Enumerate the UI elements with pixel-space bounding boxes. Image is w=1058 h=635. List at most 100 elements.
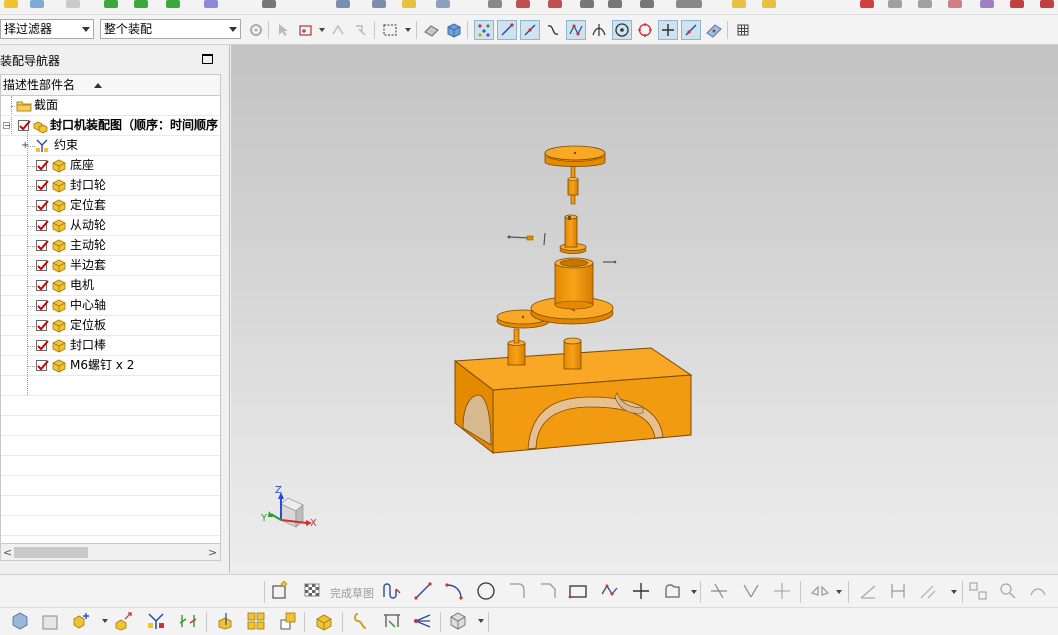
polygon-tool-button[interactable] [600, 581, 620, 601]
chevron-down-icon[interactable] [951, 590, 957, 594]
tree-item-part[interactable]: 底座 [1, 156, 220, 176]
dimension-button[interactable] [888, 581, 908, 601]
chevron-down-icon[interactable] [836, 590, 842, 594]
expand-toggle[interactable]: + [21, 141, 29, 151]
exploded-view-button[interactable] [314, 611, 334, 631]
replace-component-button[interactable] [278, 611, 298, 631]
finish-sketch-flag-button[interactable] [302, 581, 322, 601]
mirror-curve-button[interactable] [810, 581, 830, 601]
column-header-description[interactable]: 描述性部件名 [1, 75, 220, 96]
snap-point-on-curve-button[interactable] [681, 20, 701, 40]
maximize-icon[interactable] [202, 54, 213, 64]
toolbar-icon[interactable] [608, 0, 622, 8]
toolbar-icon[interactable] [66, 0, 80, 8]
toolbar-icon[interactable] [262, 0, 276, 8]
toolbar-icon[interactable] [762, 0, 776, 8]
tree-item-part[interactable]: 定位套 [1, 196, 220, 216]
sketch-button[interactable] [270, 581, 290, 601]
positioning-sleeve-part[interactable] [563, 337, 582, 370]
toolbar-icon[interactable] [402, 0, 416, 8]
visibility-checkbox[interactable] [36, 220, 49, 231]
toolbar-icon[interactable] [30, 0, 44, 8]
toolbar-icon[interactable] [918, 0, 932, 8]
chevron-down-icon[interactable] [102, 619, 108, 623]
visibility-checkbox[interactable] [36, 320, 49, 331]
horizontal-scrollbar[interactable]: < > [0, 544, 221, 561]
toolbar-icon[interactable] [436, 0, 450, 8]
toolbar-icon[interactable] [860, 0, 874, 8]
geometric-constraints-button[interactable] [858, 581, 878, 601]
m6-screw-part[interactable] [603, 260, 617, 264]
chamfer-tool-button[interactable] [538, 581, 558, 601]
toolbar-icon[interactable] [888, 0, 902, 8]
toolbar-icon[interactable] [980, 0, 994, 8]
visibility-checkbox[interactable] [18, 120, 31, 131]
snap-endpoint-button[interactable] [474, 20, 494, 40]
visibility-checkbox[interactable] [36, 160, 49, 171]
mirror-assembly-button[interactable] [216, 611, 236, 631]
scope-dropdown[interactable]: 整个装配 [100, 19, 241, 39]
exploded-assembly-model[interactable]: Z X Y [231, 45, 1058, 574]
selection-filter-dropdown[interactable]: 择过滤器 [0, 19, 94, 39]
tree-item-part[interactable]: 电机 [1, 276, 220, 296]
snap-quadrant-button[interactable] [635, 20, 655, 40]
toolbar-icon[interactable] [640, 0, 654, 8]
scroll-left-icon[interactable]: < [3, 547, 12, 558]
tree-item-part[interactable]: 封口轮 [1, 176, 220, 196]
tree-item-constraints[interactable]: + 约束 [1, 136, 220, 156]
trim-button[interactable] [709, 581, 729, 601]
select-arrow-button[interactable] [274, 20, 294, 40]
tree-item-part[interactable]: 从动轮 [1, 216, 220, 236]
solid-body-filter-button[interactable] [444, 20, 464, 40]
visibility-checkbox[interactable] [36, 260, 49, 271]
visibility-checkbox[interactable] [36, 280, 49, 291]
profile-button[interactable] [382, 581, 402, 601]
graphics-viewport[interactable]: Z X Y [231, 45, 1058, 574]
toolbar-icon[interactable] [1010, 0, 1024, 8]
chevron-down-icon[interactable] [691, 590, 697, 594]
chevron-down-icon[interactable] [405, 28, 411, 32]
toolbar-icon[interactable] [4, 0, 18, 8]
visibility-checkbox[interactable] [36, 340, 49, 351]
rectangle-select-button[interactable] [380, 20, 400, 40]
fillet-tool-button[interactable] [507, 581, 527, 601]
move-component-button[interactable] [114, 611, 134, 631]
toolbar-icon[interactable] [580, 0, 594, 8]
sealing-wheel-part[interactable] [544, 145, 606, 167]
show-constraints-button[interactable] [968, 581, 988, 601]
select-box-button[interactable] [296, 20, 316, 40]
sealing-rod-part[interactable] [567, 165, 579, 205]
center-shaft-part[interactable] [564, 214, 578, 248]
auto-constrain-button[interactable] [918, 581, 938, 601]
snap-midpoint-button[interactable] [520, 20, 540, 40]
tree-item-part[interactable]: 封口棒 [1, 336, 220, 356]
toolbar-icon[interactable] [336, 0, 350, 8]
offset-curve-button[interactable] [662, 581, 682, 601]
tree-item-part[interactable]: 主动轮 [1, 236, 220, 256]
toolbar-icon[interactable] [488, 0, 502, 8]
circle-tool-button[interactable] [476, 581, 496, 601]
component-array-button[interactable] [246, 611, 266, 631]
grid-button[interactable] [733, 20, 753, 40]
visibility-checkbox[interactable] [36, 240, 49, 251]
snap-arc-center-button[interactable] [612, 20, 632, 40]
toolbar-icon[interactable] [548, 0, 562, 8]
visibility-checkbox[interactable] [36, 200, 49, 211]
assembly-constraints-button[interactable] [146, 611, 166, 631]
toolbar-icon[interactable] [676, 0, 702, 8]
m6-screw-part[interactable] [507, 235, 534, 241]
arc-tool-button[interactable] [444, 581, 464, 601]
snap-curve-button[interactable] [543, 20, 563, 40]
visibility-checkbox[interactable] [36, 360, 49, 371]
new-component-button[interactable] [40, 611, 60, 631]
check-icon[interactable] [104, 0, 118, 8]
toolbar-icon[interactable] [516, 0, 530, 8]
wave-link-button[interactable] [352, 611, 372, 631]
scrollbar-thumb[interactable] [14, 547, 88, 558]
tree-item-section[interactable]: 截面 [1, 96, 220, 116]
tree-item-part[interactable]: 定位板 [1, 316, 220, 336]
snap-line-button[interactable] [497, 20, 517, 40]
toolbar-icon[interactable] [732, 0, 746, 8]
alternate-solution-button[interactable] [1028, 581, 1048, 601]
visibility-checkbox[interactable] [36, 180, 49, 191]
